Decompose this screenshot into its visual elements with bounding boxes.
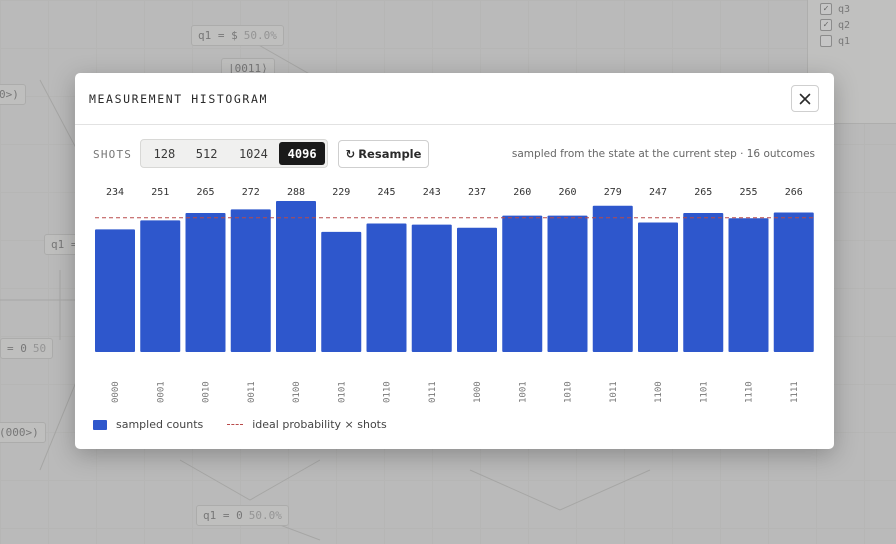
- bar-value-label: 279: [604, 187, 622, 198]
- x-tick-label: 0010: [202, 381, 212, 403]
- chart-legend: sampled counts ideal probability × shots: [93, 418, 387, 431]
- x-tick-label: 0000: [111, 381, 121, 403]
- bar-value-label: 266: [785, 187, 803, 198]
- x-tick-label: 1001: [518, 381, 528, 403]
- shots-option-4096[interactable]: 4096: [279, 142, 325, 165]
- bar-1010: [547, 215, 588, 352]
- resample-button[interactable]: ↻ Resample: [338, 140, 429, 168]
- bar-0110: [366, 223, 407, 352]
- bar-1111: [773, 212, 814, 352]
- x-tick-label: 1101: [699, 381, 709, 403]
- shots-option-128[interactable]: 128: [143, 142, 186, 165]
- modal-title: MEASUREMENT HISTOGRAM: [89, 92, 268, 106]
- bar-0101: [321, 231, 362, 352]
- x-tick-label: 0111: [428, 381, 438, 403]
- close-button[interactable]: [791, 85, 819, 112]
- bar-value-label: 237: [468, 187, 486, 198]
- refresh-icon: ↻: [345, 147, 356, 161]
- bar-0010: [185, 213, 226, 352]
- legend-label-sampled: sampled counts: [116, 418, 204, 431]
- x-tick-label: 1111: [790, 381, 800, 403]
- bar-1001: [502, 215, 543, 352]
- bar-value-label: 243: [423, 187, 441, 198]
- x-tick-label: 1011: [609, 381, 619, 403]
- bar-0000: [95, 229, 135, 352]
- shots-option-512[interactable]: 512: [186, 142, 228, 165]
- legend-swatch-ideal: [227, 424, 244, 425]
- x-tick-label: 1110: [745, 381, 755, 403]
- x-tick-label: 1100: [654, 381, 664, 403]
- bar-value-label: 251: [151, 187, 169, 198]
- bar-value-label: 229: [332, 187, 350, 198]
- legend-swatch-sampled: [93, 419, 107, 430]
- bar-value-label: 260: [513, 187, 531, 198]
- bar-value-label: 255: [739, 187, 757, 198]
- bar-0100: [276, 201, 316, 352]
- shots-selector: 128 512 1024 4096: [140, 139, 328, 168]
- x-tick-label: 1000: [473, 381, 483, 403]
- bar-1011: [592, 205, 633, 352]
- shots-option-1024[interactable]: 1024: [228, 142, 280, 165]
- bar-0111: [411, 224, 452, 352]
- shots-label: SHOTS: [93, 148, 133, 161]
- bar-value-label: 234: [106, 187, 124, 198]
- legend-label-ideal: ideal probability × shots: [252, 418, 387, 431]
- histogram-modal: MEASUREMENT HISTOGRAM SHOTS 128 512 1024…: [75, 73, 834, 449]
- bar-value-label: 265: [196, 187, 214, 198]
- bar-value-label: 245: [377, 187, 395, 198]
- bar-value-label: 288: [287, 187, 305, 198]
- x-tick-label: 0001: [156, 381, 166, 403]
- x-tick-label: 0101: [337, 381, 347, 403]
- bar-1110: [728, 218, 769, 352]
- bar-0011: [230, 209, 271, 352]
- close-icon: [799, 93, 811, 104]
- bar-1101: [683, 213, 724, 352]
- bar-value-label: 265: [694, 187, 712, 198]
- bar-1000: [457, 227, 497, 352]
- bar-1100: [638, 222, 678, 352]
- resample-label: Resample: [358, 147, 422, 161]
- histogram-chart: 234 0000 251 0001 265 0010 272 0011 288 0100 229 01…: [95, 187, 814, 403]
- modal-header: MEASUREMENT HISTOGRAM: [75, 73, 834, 125]
- bar-0001: [140, 220, 181, 352]
- x-tick-label: 0100: [292, 381, 302, 403]
- x-tick-label: 1010: [564, 381, 574, 403]
- status-text: sampled from the state at the current st…: [511, 148, 815, 160]
- bar-value-label: 272: [242, 187, 260, 198]
- bar-value-label: 247: [649, 187, 667, 198]
- bar-value-label: 260: [558, 187, 576, 198]
- x-tick-label: 0110: [383, 381, 393, 403]
- x-tick-label: 0011: [247, 381, 257, 403]
